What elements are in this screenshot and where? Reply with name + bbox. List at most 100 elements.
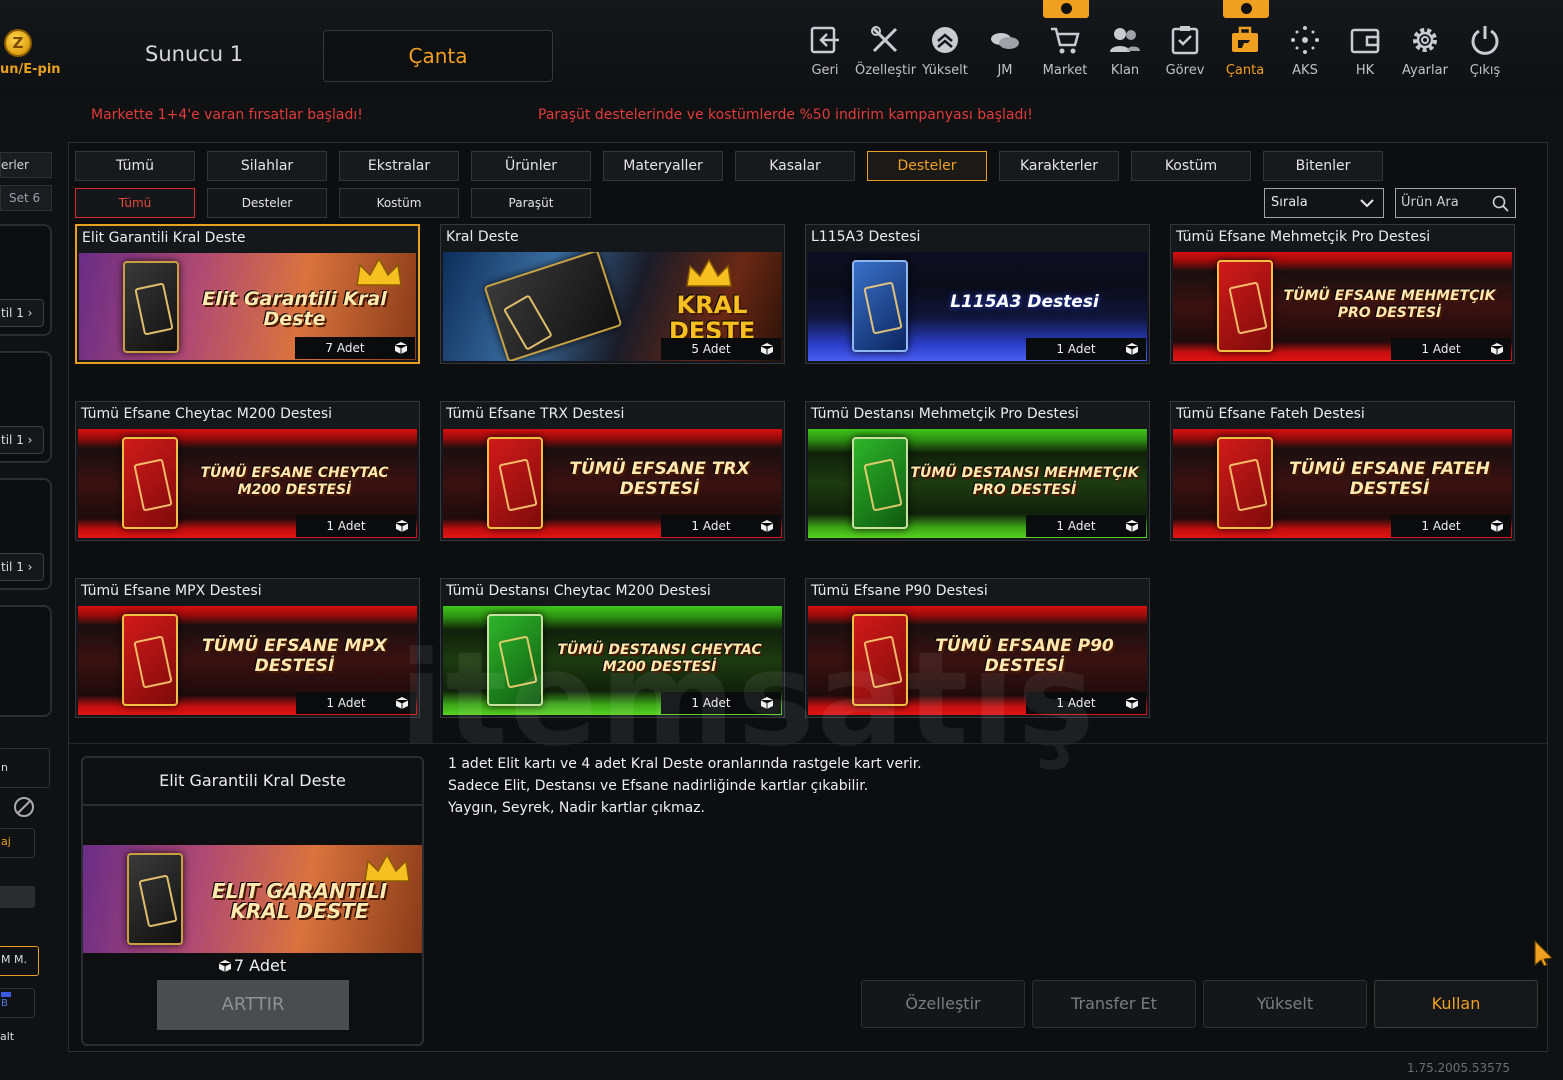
description-line: Sadece Elit, Destansı ve Efsane nadirliğ… [448, 778, 869, 794]
item-quantity-label: 1 Adet [691, 696, 731, 710]
coin-icon[interactable]: Z [4, 29, 32, 57]
upgrade-button[interactable]: Yükselt [1203, 980, 1367, 1028]
chevron-right-icon: › [27, 433, 33, 447]
nav-label: JM [997, 63, 1013, 78]
deck-book-icon [487, 437, 543, 529]
left-tab[interactable]: erler [0, 152, 52, 178]
subtab-all[interactable]: Tümü [75, 188, 195, 218]
item-art-text: TÜMÜ EFSANE FATEH DESTESİ [1289, 459, 1490, 499]
search-input[interactable]: Ürün Ara [1395, 188, 1516, 218]
customize-button[interactable]: Özelleştir [861, 980, 1025, 1028]
item-card[interactable]: Elit Garantili Kral Deste Elit Garantili … [75, 224, 420, 364]
left-field[interactable]: n [0, 748, 50, 788]
nav-jm[interactable]: JM [975, 24, 1035, 84]
nav-clan[interactable]: Klan [1095, 24, 1155, 84]
page-title: Çanta [323, 30, 553, 82]
upgrade-icon [932, 27, 958, 53]
nav-customize[interactable]: Özelleştir [855, 24, 916, 84]
item-card[interactable]: Kral Deste KRAL DESTE 5 Adet [440, 224, 785, 364]
deck-book-icon [127, 853, 183, 945]
set-tab[interactable]: Set 6 [0, 185, 52, 211]
nav-settings[interactable]: Ayarlar [1395, 24, 1455, 84]
description-line: 1 adet Elit kartı ve 4 adet Kral Deste o… [448, 756, 922, 772]
item-card[interactable]: Tümü Efsane P90 Destesi TÜMÜ EFSANE P90 D… [805, 578, 1150, 718]
nav-hk[interactable]: HK [1335, 24, 1395, 84]
nav-bag[interactable]: Çanta [1215, 24, 1275, 84]
nav-back[interactable]: Geri [795, 24, 855, 84]
coin-label[interactable]: un/E-pin [0, 62, 61, 77]
item-art-text: TÜMÜ EFSANE P90 DESTESİ [935, 636, 1114, 676]
subtab-parachute[interactable]: Paraşüt [471, 188, 591, 218]
box-icon [1126, 343, 1138, 355]
item-quantity: 1 Adet [1026, 515, 1146, 537]
tab-products[interactable]: Ürünler [471, 151, 591, 181]
left-slot-card[interactable] [0, 605, 52, 717]
disabled-icon[interactable] [13, 796, 35, 818]
item-card[interactable]: Tümü Efsane MPX Destesi TÜMÜ EFSANE MPX D… [75, 578, 420, 718]
item-card[interactable]: L115A3 Destesi L115A3 Destesi 1 Adet [805, 224, 1150, 364]
clan-icon [1110, 28, 1140, 52]
slot-button-label: til 1 [1, 560, 24, 574]
item-title: Tümü Destansı Cheytac M200 Destesi [441, 579, 784, 605]
item-quantity-label: 7 Adet [325, 341, 365, 355]
detail-quantity-label: 7 Adet [233, 956, 287, 975]
left-label: alt [0, 1030, 15, 1043]
detail-art-text: Elit Garantili Kral Deste [211, 879, 388, 923]
item-card[interactable]: Tümü Efsane TRX Destesi TÜMÜ EFSANE TRX D… [440, 401, 785, 541]
divider [69, 743, 1547, 744]
item-quantity: 1 Adet [296, 515, 416, 537]
nav-market[interactable]: Market [1035, 24, 1095, 84]
item-quantity-label: 1 Adet [326, 519, 366, 533]
item-card[interactable]: Tümü Efsane Fateh Destesi TÜMÜ EFSANE FAT… [1170, 401, 1515, 541]
nav-upgrade[interactable]: Yükselt [915, 24, 975, 84]
item-card[interactable]: Tümü Efsane Cheytac M200 Destesi TÜMÜ EFS… [75, 401, 420, 541]
nav-label: Çanta [1225, 63, 1265, 78]
item-art-text: TÜMÜ DESTANSI CHEYTAC M200 DESTESİ [557, 642, 762, 675]
item-art-text: TÜMÜ DESTANSI MEHMETÇIK PRO DESTESİ [910, 465, 1139, 498]
item-art-text: TÜMÜ EFSANE CHEYTAC M200 DESTESİ [200, 465, 389, 498]
item-quantity-label: 5 Adet [691, 342, 731, 356]
transfer-button[interactable]: Transfer Et [1032, 980, 1196, 1028]
sort-label: Sırala [1271, 195, 1308, 210]
tab-materials[interactable]: Materyaller [603, 151, 723, 181]
item-title: Tümü Efsane Fateh Destesi [1171, 402, 1514, 428]
deck-book-icon [1217, 260, 1273, 352]
deck-book-icon [123, 261, 179, 353]
slot-button[interactable]: til 1 › [0, 426, 44, 454]
item-title: L115A3 Destesi [806, 225, 1149, 251]
tab-all[interactable]: Tümü [75, 151, 195, 181]
chevron-right-icon: › [27, 560, 33, 574]
item-quantity: 1 Adet [1391, 515, 1511, 537]
item-card[interactable]: Tümü Destansı Cheytac M200 Destesi TÜMÜ D… [440, 578, 785, 718]
box-icon [1126, 520, 1138, 532]
clock-badge-icon [1043, 0, 1089, 18]
left-field[interactable] [0, 886, 35, 908]
tab-decks[interactable]: Desteler [867, 151, 987, 181]
tab-extras[interactable]: Ekstralar [339, 151, 459, 181]
slot-button[interactable]: til 1 › [0, 299, 44, 327]
left-field[interactable]: aj [0, 828, 35, 858]
detail-card: Elit Garantili Kral Deste Elit Garantili… [81, 756, 424, 1046]
nav-exit[interactable]: Çıkış [1455, 24, 1515, 84]
sort-dropdown[interactable]: Sırala [1264, 188, 1384, 218]
increase-button[interactable]: ARTTIR [157, 980, 349, 1030]
use-button[interactable]: Kullan [1374, 980, 1538, 1028]
tab-characters[interactable]: Karakterler [999, 151, 1119, 181]
slot-button[interactable]: til 1 › [0, 553, 44, 581]
promo-text-right[interactable]: Paraşüt destelerinde ve kostümlerde %50 … [538, 107, 1033, 123]
item-quantity: 7 Adet [295, 337, 415, 359]
tab-cases[interactable]: Kasalar [735, 151, 855, 181]
tab-finished[interactable]: Bitenler [1263, 151, 1383, 181]
tab-costume[interactable]: Kostüm [1131, 151, 1251, 181]
left-field[interactable]: M M. [0, 946, 39, 976]
subtab-costume[interactable]: Kostüm [339, 188, 459, 218]
tab-weapons[interactable]: Silahlar [207, 151, 327, 181]
nav-aks[interactable]: AKS [1275, 24, 1335, 84]
subtab-decks[interactable]: Desteler [207, 188, 327, 218]
promo-text-left[interactable]: Markette 1+4'e varan fırsatlar başladı! [91, 107, 363, 123]
item-card[interactable]: Tümü Destansı Mehmetçik Pro Destesi TÜMÜ … [805, 401, 1150, 541]
detail-item-image: Elit Garantili Kral Deste [83, 845, 422, 953]
nav-task[interactable]: Görev [1155, 24, 1215, 84]
box-icon [1126, 697, 1138, 709]
item-card[interactable]: Tümü Efsane Mehmetçik Pro Destesi TÜMÜ EF… [1170, 224, 1515, 364]
